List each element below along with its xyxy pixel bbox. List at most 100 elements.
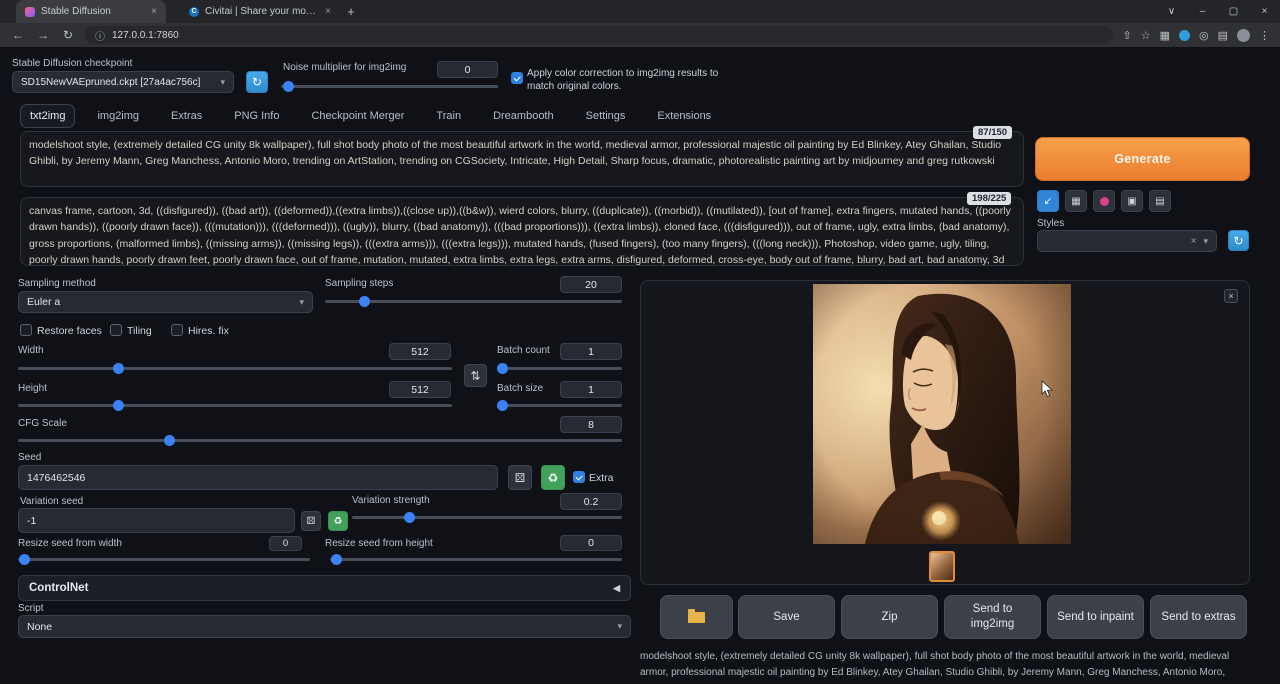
tab-txt2img[interactable]: txt2img [20,104,75,128]
variation-strength-slider[interactable] [352,511,622,524]
tab-extensions[interactable]: Extensions [647,104,721,128]
window-minimize-button[interactable]: – [1187,0,1218,23]
extra-networks-button[interactable]: ▦ [1065,190,1087,212]
close-image-button[interactable]: × [1224,289,1238,303]
slider-handle[interactable] [113,400,124,411]
profile-avatar[interactable] [1237,29,1250,42]
collapse-arrow-icon[interactable]: ◀ [613,583,620,594]
slider-handle[interactable] [359,296,370,307]
tab-settings[interactable]: Settings [576,104,636,128]
cfg-scale-slider[interactable] [18,434,622,447]
noise-multiplier-value[interactable] [437,61,498,78]
restore-faces-label[interactable]: Restore faces [37,325,102,337]
slider-track[interactable] [352,516,622,519]
slider-handle[interactable] [497,363,508,374]
slider-handle[interactable] [164,435,175,446]
send-to-img2img-button[interactable]: Send to img2img [944,595,1041,639]
tab-checkpoint-merger[interactable]: Checkpoint Merger [301,104,414,128]
back-icon[interactable]: ← [10,28,26,42]
slider-handle[interactable] [497,400,508,411]
color-correction-label[interactable]: Apply color correction to img2img result… [527,67,723,93]
styles-dropdown[interactable]: × ▾ [1037,230,1217,252]
width-value[interactable] [389,343,451,360]
tab-close-icon[interactable]: × [151,6,157,17]
send-to-inpaint-button[interactable]: Send to inpaint [1047,595,1144,639]
bookmark-star-icon[interactable]: ☆ [1141,29,1151,42]
slider-handle[interactable] [19,554,30,565]
clear-styles-icon[interactable]: × [1191,236,1197,247]
controlnet-section-header[interactable]: ControlNet ◀ [18,575,631,601]
address-bar[interactable]: ⓘ 127.0.0.1:7860 [85,26,1113,44]
hires-fix-checkbox[interactable] [171,324,183,336]
extension-dot-icon[interactable] [1179,30,1190,41]
sidebar-panel-icon[interactable]: ▤ [1218,29,1228,42]
slider-track[interactable] [330,558,622,561]
browser-tab-civitai[interactable]: C Civitai | Share your models × [180,0,340,23]
tab-png-info[interactable]: PNG Info [224,104,289,128]
gallery-thumbnail[interactable] [929,551,955,582]
open-folder-button[interactable] [660,595,733,639]
variation-reuse-seed-button[interactable]: ♻ [328,511,348,531]
slider-track[interactable] [18,367,452,370]
apply-style-button[interactable]: ▤ [1149,190,1171,212]
checkpoint-refresh-button[interactable]: ↻ [246,71,268,93]
slider-track[interactable] [497,367,622,370]
slider-handle[interactable] [113,363,124,374]
batch-count-slider[interactable] [497,362,622,375]
share-icon[interactable]: ⇧ [1122,29,1131,42]
browser-tab-stable-diffusion[interactable]: Stable Diffusion × [16,0,166,23]
slider-track[interactable] [18,558,310,561]
slider-track[interactable] [18,439,622,442]
random-seed-button[interactable]: ⚄ [508,465,532,490]
tiling-checkbox[interactable] [110,324,122,336]
batch-size-slider[interactable] [497,399,622,412]
swap-dimensions-button[interactable]: ⇅ [464,364,487,387]
resize-seed-height-slider[interactable] [330,553,622,566]
generate-button[interactable]: Generate [1035,137,1250,181]
height-slider[interactable] [18,399,452,412]
extra-seed-label[interactable]: Extra [589,472,614,484]
send-to-extras-button[interactable]: Send to extras [1150,595,1247,639]
tab-close-icon[interactable]: × [325,6,331,17]
resize-seed-width-slider[interactable] [18,553,310,566]
save-style-button[interactable]: ▣ [1121,190,1143,212]
script-dropdown[interactable]: None ▾ [18,615,631,638]
width-slider[interactable] [18,362,452,375]
restore-faces-checkbox[interactable] [20,324,32,336]
seed-input[interactable] [18,465,498,490]
browser-menu-icon[interactable]: ⋮ [1259,29,1270,42]
slider-handle[interactable] [404,512,415,523]
prompt-input[interactable]: modelshoot style, (extremely detailed CG… [20,131,1024,187]
batch-count-value[interactable] [560,343,622,360]
batch-size-value[interactable] [560,381,622,398]
slider-track[interactable] [18,404,452,407]
hires-fix-label[interactable]: Hires. fix [188,325,229,337]
tiling-label[interactable]: Tiling [127,325,152,337]
color-correction-checkbox[interactable] [511,72,523,84]
paste-params-button[interactable]: ↙ [1037,190,1059,212]
apps-grid-icon[interactable]: ▦ [1160,29,1170,42]
slider-track[interactable] [497,404,622,407]
tab-img2img[interactable]: img2img [87,104,149,128]
tab-dreambooth[interactable]: Dreambooth [483,104,564,128]
reuse-seed-button[interactable]: ♻ [541,465,565,490]
resize-seed-width-value[interactable] [269,536,302,551]
sampling-steps-slider[interactable] [325,295,622,308]
tab-extras[interactable]: Extras [161,104,212,128]
sampling-method-dropdown[interactable]: Euler a ▾ [18,291,313,313]
variation-strength-value[interactable] [560,493,622,510]
sampling-steps-value[interactable] [560,276,622,293]
height-value[interactable] [389,381,451,398]
reload-icon[interactable]: ↻ [60,28,76,42]
zip-button[interactable]: Zip [841,595,938,639]
slider-handle[interactable] [283,81,294,92]
palette-button[interactable] [1093,190,1115,212]
orb-extension-icon[interactable]: ◎ [1199,29,1209,42]
save-button[interactable]: Save [738,595,835,639]
variation-random-seed-button[interactable]: ⚄ [301,511,321,531]
noise-multiplier-slider[interactable] [281,80,498,93]
site-info-icon[interactable]: ⓘ [95,28,105,43]
new-tab-button[interactable]: + [340,1,362,23]
window-close-button[interactable]: × [1249,0,1280,23]
slider-handle[interactable] [331,554,342,565]
